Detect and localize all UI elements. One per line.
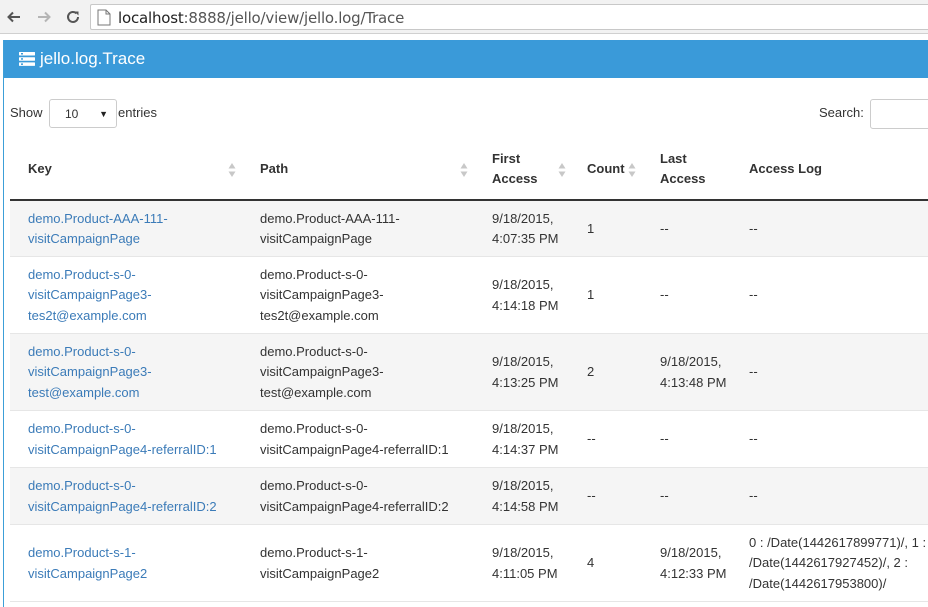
- search-label: Search:: [819, 105, 864, 120]
- page-icon: [97, 9, 111, 26]
- count-cell: 2: [587, 364, 595, 380]
- panel-header: jello.log.Trace: [4, 40, 928, 78]
- count-cell: 4: [587, 555, 595, 571]
- address-bar[interactable]: localhost:8888/jello/view/jello.log/Trac…: [90, 4, 928, 30]
- col-key-header[interactable]: Key: [28, 140, 260, 199]
- url-path: :8888/jello/view/jello.log/Trace: [183, 9, 405, 27]
- count-cell: --: [587, 488, 596, 504]
- path-cell: demo.Product-s-0- visitCampaignPage4-refe…: [260, 421, 449, 457]
- sort-arrows-icon: [460, 163, 468, 177]
- key-link[interactable]: demo.Product-s-0- visitCampaignPage4-refe…: [28, 419, 217, 460]
- last-access-cell: --: [660, 287, 669, 303]
- col-key-label: Key: [28, 161, 52, 176]
- path-cell: demo.Product-s-0- visitCampaignPage3- tes2…: [260, 266, 384, 323]
- path-cell: demo.Product-s-0- visitCampaignPage3- test…: [260, 343, 384, 400]
- first-access-cell: 9/18/2015, 4:13:25 PM: [492, 354, 559, 390]
- trace-table: Key Path First Access Count Last Access Access …: [10, 140, 928, 602]
- col-access-log-label: Access Log: [749, 161, 822, 176]
- table-row: demo.Product-s-0- visitCampaignPage3- tes2…: [10, 257, 928, 334]
- entries-label: entries: [118, 105, 158, 120]
- col-count-label: Count: [587, 161, 625, 176]
- first-access-cell: 9/18/2015, 4:14:18 PM: [492, 277, 559, 313]
- access-log-cell: --: [749, 287, 758, 303]
- col-last-access-header[interactable]: Last Access: [660, 140, 749, 199]
- table-row: demo.Product-s-0- visitCampaignPage4-refe…: [10, 411, 928, 468]
- col-access-log-header[interactable]: Access Log: [749, 140, 928, 199]
- path-cell: demo.Product-s-0- visitCampaignPage4-refe…: [260, 478, 449, 514]
- page-length-value: 10: [65, 107, 79, 121]
- col-path-label: Path: [260, 161, 289, 176]
- table-header: Key Path First Access Count Last Access Access …: [10, 140, 928, 201]
- count-cell: 1: [587, 220, 595, 236]
- first-access-cell: 9/18/2015, 4:07:35 PM: [492, 210, 559, 247]
- col-first-access-header[interactable]: First Access: [492, 140, 587, 199]
- last-access-cell: 9/18/2015, 4:12:33 PM: [660, 545, 727, 581]
- last-access-cell: --: [660, 220, 669, 236]
- access-log-cell: --: [749, 364, 758, 380]
- forward-button[interactable]: [34, 7, 54, 27]
- sort-arrows-icon: [228, 163, 236, 177]
- sort-arrows-icon: [558, 163, 566, 177]
- reload-button[interactable]: [63, 7, 83, 27]
- count-cell: 1: [587, 287, 595, 303]
- page-length-select[interactable]: 10 ▼: [49, 99, 117, 128]
- last-access-cell: --: [660, 431, 669, 447]
- first-access-cell: 9/18/2015, 4:14:37 PM: [492, 421, 559, 457]
- key-link[interactable]: demo.Product-s-0- visitCampaignPage3- test…: [28, 342, 152, 404]
- col-first-access-label: First Access: [492, 151, 538, 186]
- table-row: demo.Product-s-0- visitCampaignPage4-refe…: [10, 468, 928, 525]
- table-row: demo.Product-s-0- visitCampaignPage3- test…: [10, 334, 928, 411]
- list-icon: [19, 52, 35, 66]
- reload-icon: [67, 10, 79, 23]
- page-content: jello.log.Trace Show 10 ▼ entries Search…: [3, 40, 928, 607]
- browser-toolbar: localhost:8888/jello/view/jello.log/Trac…: [0, 0, 928, 34]
- table-row: demo.Product-s-1- visitCampaignPage2 demo.…: [10, 525, 928, 602]
- last-access-cell: 9/18/2015, 4:13:48 PM: [660, 354, 727, 390]
- url-host: localhost: [118, 9, 184, 27]
- arrow-left-icon: [7, 11, 20, 23]
- col-path-header[interactable]: Path: [260, 140, 492, 199]
- table-row: demo.Product-AAA-111- visitCampaignPage de…: [10, 201, 928, 257]
- arrow-right-icon: [38, 11, 51, 23]
- page-title: jello.log.Trace: [40, 49, 146, 68]
- key-link[interactable]: demo.Product-AAA-111- visitCampaignPage: [28, 209, 168, 250]
- url-text: localhost:8888/jello/view/jello.log/Trac…: [118, 9, 404, 27]
- first-access-cell: 9/18/2015, 4:14:58 PM: [492, 478, 559, 514]
- search-input[interactable]: [870, 99, 928, 129]
- key-link[interactable]: demo.Product-s-1- visitCampaignPage2: [28, 543, 147, 584]
- col-count-header[interactable]: Count: [587, 140, 660, 199]
- sort-arrows-icon: [628, 163, 636, 177]
- key-link[interactable]: demo.Product-s-0- visitCampaignPage4-refe…: [28, 476, 217, 517]
- access-log-cell: --: [749, 488, 758, 504]
- show-label: Show: [10, 105, 43, 120]
- path-cell: demo.Product-AAA-111- visitCampaignPage: [260, 210, 400, 247]
- caret-down-icon: ▼: [99, 109, 108, 119]
- key-link[interactable]: demo.Product-s-0- visitCampaignPage3- tes2…: [28, 265, 152, 327]
- back-button[interactable]: [4, 7, 24, 27]
- access-log-cell: 0 : /Date(1442617899771)/, 1 :/Date(1442…: [749, 534, 927, 591]
- path-cell: demo.Product-s-1- visitCampaignPage2: [260, 545, 380, 581]
- access-log-cell: --: [749, 431, 758, 447]
- first-access-cell: 9/18/2015, 4:11:05 PM: [492, 545, 558, 581]
- count-cell: --: [587, 431, 596, 447]
- last-access-cell: --: [660, 488, 669, 504]
- access-log-cell: --: [749, 220, 758, 236]
- col-last-access-label: Last Access: [660, 151, 706, 186]
